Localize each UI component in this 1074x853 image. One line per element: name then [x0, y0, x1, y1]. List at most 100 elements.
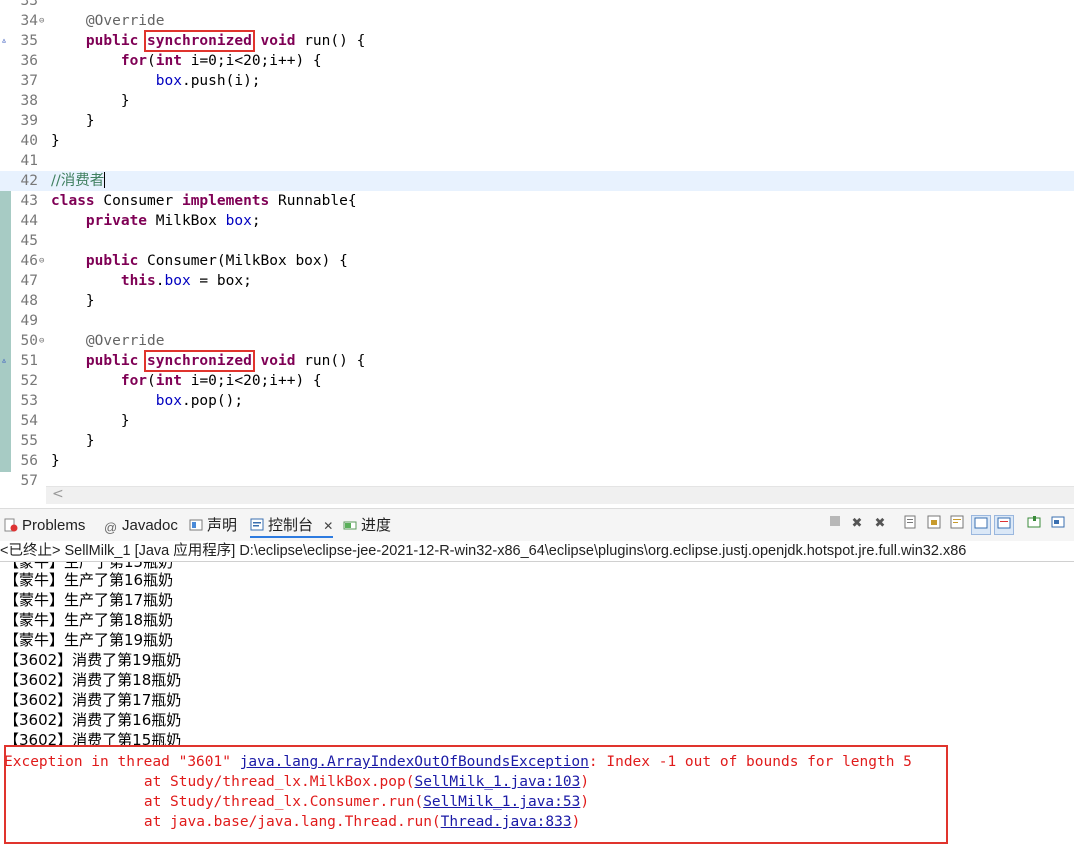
tab-console[interactable]: 控制台 ✕: [250, 516, 334, 538]
code-line[interactable]: 38 }: [0, 91, 1074, 111]
code-line[interactable]: 48 }: [0, 291, 1074, 311]
code-line[interactable]: 55 }: [0, 431, 1074, 451]
code-line[interactable]: 46 ⊖ public Consumer(MilkBox box) {: [0, 251, 1074, 271]
close-icon[interactable]: ✕: [323, 519, 333, 533]
code-line[interactable]: 43 class Consumer implements Runnable{: [0, 191, 1074, 211]
code-line[interactable]: 39 }: [0, 111, 1074, 131]
remove-all-launches-icon[interactable]: ✖: [871, 515, 889, 533]
fold-toggle-icon[interactable]: ⊖: [39, 331, 44, 351]
token: }: [51, 113, 95, 129]
code-line[interactable]: 49: [0, 311, 1074, 331]
token-kw: class: [51, 193, 95, 209]
clear-console-icon[interactable]: [902, 515, 920, 533]
code-line[interactable]: 56}: [0, 451, 1074, 471]
override-marker-icon[interactable]: ▵: [1, 351, 7, 371]
console-line: 【蒙牛】生产了第17瓶奶: [4, 591, 174, 609]
code-text: public Consumer(MilkBox box) {: [51, 251, 348, 271]
token: Consumer(MilkBox box) {: [138, 253, 348, 269]
token-kw: implements: [181, 193, 270, 209]
code-line[interactable]: 33: [0, 0, 1074, 11]
console-line: 【蒙牛】生产了第18瓶奶: [4, 611, 174, 629]
tab-javadoc[interactable]: @ Javadoc: [104, 516, 178, 536]
code-line[interactable]: 52 for(int i=0;i<20;i++) {: [0, 371, 1074, 391]
code-line[interactable]: 42 //消费者: [0, 171, 1074, 191]
tab-label: 进度: [361, 517, 392, 534]
code-line[interactable]: 41: [0, 151, 1074, 171]
code-line[interactable]: 35 ▵ public synchronized void run() {: [0, 30, 1074, 52]
token: i=0;i<20;i++) {: [181, 373, 322, 389]
token-kw: int: [155, 53, 182, 69]
line-number: 57: [20, 473, 38, 486]
code-line[interactable]: 54 }: [0, 411, 1074, 431]
override-marker-icon[interactable]: ▵: [1, 31, 7, 51]
display-console-icon[interactable]: [1049, 515, 1067, 533]
token: run() {: [295, 33, 366, 49]
code-line[interactable]: 37 box.push(i);: [0, 71, 1074, 91]
line-number: 55: [20, 433, 38, 449]
code-line[interactable]: 47 this.box = box;: [0, 271, 1074, 291]
word-wrap-icon[interactable]: [948, 515, 966, 533]
line-number: 34: [20, 13, 38, 29]
token-kw: public: [85, 353, 139, 369]
code-line[interactable]: 44 private MilkBox box;: [0, 211, 1074, 231]
fold-toggle-icon[interactable]: ⊖: [39, 11, 44, 31]
code-editor[interactable]: 33 34 ⊖ @Override 35 ▵ public synchronized v…: [0, 0, 1074, 486]
code-line[interactable]: 45: [0, 231, 1074, 251]
token-kw: void: [260, 33, 296, 49]
token: Consumer: [94, 193, 182, 209]
code-text: }: [51, 451, 60, 471]
code-line[interactable]: 57: [0, 471, 1074, 486]
tab-declaration[interactable]: 声明: [189, 516, 237, 536]
scroll-lock-icon[interactable]: [925, 515, 943, 533]
token: }: [51, 293, 95, 309]
token-kw: int: [155, 373, 182, 389]
code-line[interactable]: 36 for(int i=0;i<20;i++) {: [0, 51, 1074, 71]
code-text: }: [51, 91, 130, 111]
code-line[interactable]: 50 ⊖ @Override: [0, 331, 1074, 351]
tab-progress[interactable]: 进度: [343, 516, 391, 536]
line-number: 54: [20, 413, 38, 429]
token-kw: public: [85, 33, 139, 49]
scroll-left-icon[interactable]: <: [52, 486, 64, 502]
token: i=0;i<20;i++) {: [181, 53, 322, 69]
code-text: box.pop();: [51, 391, 243, 411]
token-kw: void: [260, 353, 296, 369]
show-on-stderr-icon[interactable]: [994, 515, 1014, 535]
synchronized-keyword-highlight: synchronized: [144, 350, 255, 372]
code-line[interactable]: 51 ▵ public synchronized void run() {: [0, 350, 1074, 372]
code-line[interactable]: 40}: [0, 131, 1074, 151]
line-number: 49: [20, 313, 38, 329]
token-fld: box: [155, 73, 182, 89]
pin-console-icon[interactable]: [1025, 515, 1043, 533]
token: .pop();: [181, 393, 244, 409]
declaration-icon: [189, 518, 203, 532]
line-number: 40: [20, 133, 38, 149]
fold-toggle-icon[interactable]: ⊖: [39, 251, 44, 271]
console-launch-description: <已终止> SellMilk_1 [Java 应用程序] D:\eclipse\…: [0, 541, 1074, 562]
code-text: }: [51, 111, 95, 131]
token-fld: box: [155, 393, 182, 409]
views-tab-bar: Problems @ Javadoc 声明 控制台 ✕ 进度 ✖ ✖: [0, 508, 1074, 541]
line-number: 50: [20, 333, 38, 349]
editor-horizontal-scrollbar[interactable]: <: [46, 486, 1074, 504]
code-text: }: [51, 431, 95, 451]
line-number: 53: [20, 393, 38, 409]
code-line[interactable]: 34 ⊖ @Override: [0, 11, 1074, 31]
progress-icon: [343, 518, 357, 532]
code-text: class Consumer implements Runnable{: [51, 191, 357, 211]
tab-problems[interactable]: Problems: [4, 516, 85, 536]
tab-label: Problems: [22, 517, 86, 534]
show-on-stdout-icon[interactable]: [971, 515, 991, 535]
code-text: public synchronized void run() {: [51, 350, 365, 372]
remove-launch-icon[interactable]: ✖: [848, 515, 866, 533]
terminate-icon[interactable]: [826, 515, 844, 533]
code-line[interactable]: 53 box.pop();: [0, 391, 1074, 411]
